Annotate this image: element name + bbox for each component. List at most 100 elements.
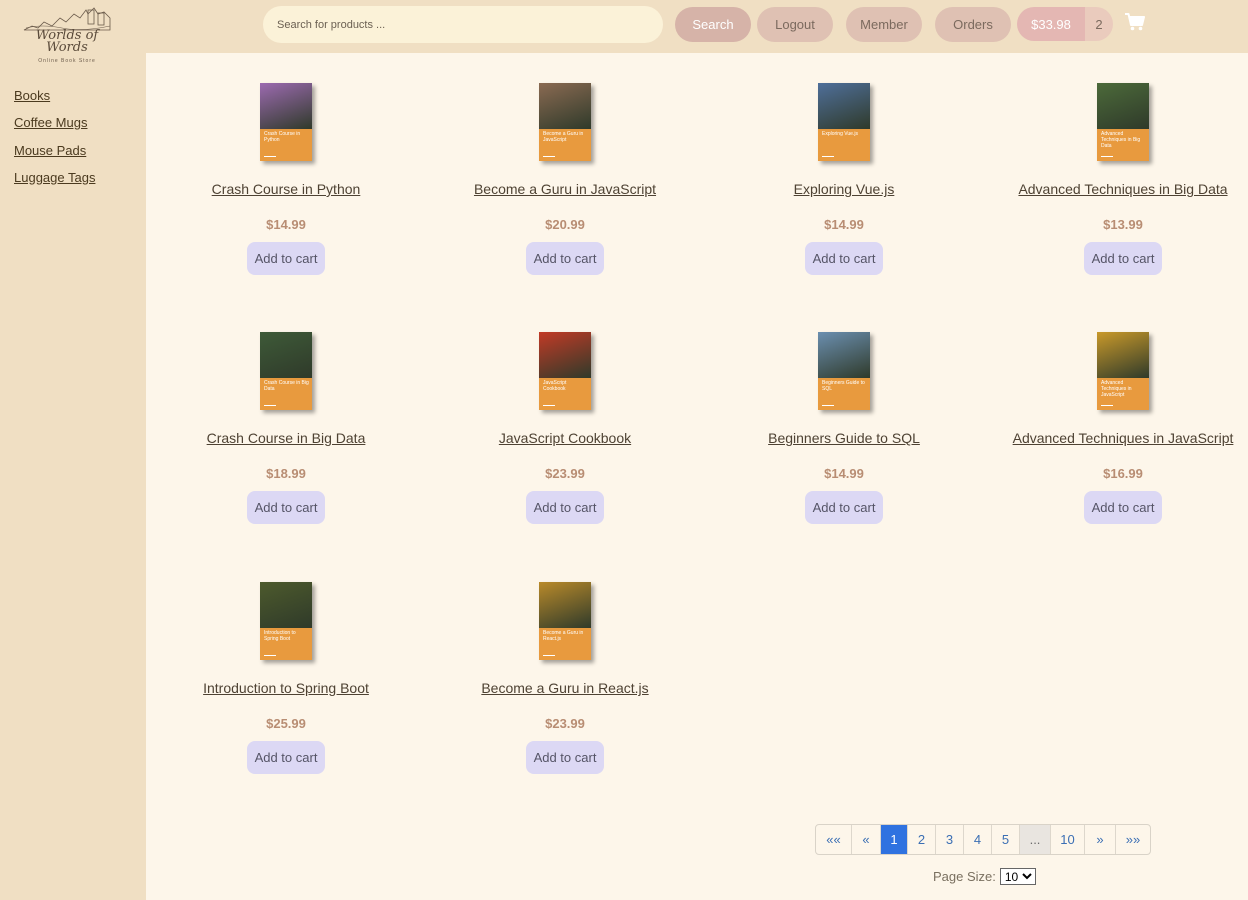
cover-photo	[1097, 332, 1149, 378]
product-title-link[interactable]: Advanced Techniques in JavaScript	[973, 430, 1248, 446]
add-to-cart-button[interactable]: Add to cart	[1084, 242, 1162, 275]
logout-button[interactable]: Logout	[757, 7, 833, 42]
cover-photo	[260, 332, 312, 378]
prev-page-button[interactable]: «	[852, 825, 881, 854]
product-price: $14.99	[824, 217, 864, 232]
product-price: $23.99	[545, 716, 585, 731]
cover-author-line	[543, 405, 555, 406]
product-title-link[interactable]: Become a Guru in React.js	[415, 680, 715, 696]
cover-author-line	[822, 405, 834, 406]
page-button-4[interactable]: 4	[964, 825, 992, 854]
add-to-cart-button[interactable]: Add to cart	[526, 491, 604, 524]
sidebar-item-books[interactable]: Books	[14, 88, 95, 115]
cover-title: Advanced Techniques in Big Data	[1101, 131, 1141, 149]
cover-title: Beginners Guide to SQL	[822, 380, 865, 392]
sidebar-item-mouse-pads[interactable]: Mouse Pads	[14, 143, 95, 170]
cover-title: Crash Course in Python	[264, 131, 301, 143]
book-cover-image[interactable]: Introduction to Spring Boot	[260, 582, 312, 660]
product-title-link[interactable]: Crash Course in Python	[136, 181, 436, 197]
book-cover-image[interactable]: Beginners Guide to SQL	[818, 332, 870, 410]
cover-photo	[260, 83, 312, 129]
add-to-cart-button[interactable]: Add to cart	[805, 491, 883, 524]
cover-title: Introduction to Spring Boot	[264, 630, 296, 642]
book-cover-image[interactable]: JavaScript Cookbook	[539, 332, 591, 410]
cover-photo	[260, 582, 312, 628]
last-page-button[interactable]: »»	[1116, 825, 1150, 854]
product-title-link[interactable]: Introduction to Spring Boot	[136, 680, 436, 696]
cover-author-line	[822, 156, 834, 157]
cover-photo	[539, 83, 591, 129]
add-to-cart-button[interactable]: Add to cart	[1084, 491, 1162, 524]
product-title-link[interactable]: Exploring Vue.js	[694, 181, 994, 197]
cover-title: JavaScript Cookbook	[543, 380, 567, 392]
book-cover-image[interactable]: Become a Guru in React.js	[539, 582, 591, 660]
category-nav: Books Coffee Mugs Mouse Pads Luggage Tag…	[14, 88, 95, 197]
pagination: «« « 1 2 3 4 5 ... 10 » »»	[815, 824, 1151, 855]
product-price: $14.99	[266, 217, 306, 232]
cover-author-line	[543, 156, 555, 157]
member-button[interactable]: Member	[846, 7, 922, 42]
product-title-link[interactable]: Become a Guru in JavaScript	[415, 181, 715, 197]
add-to-cart-button[interactable]: Add to cart	[805, 242, 883, 275]
product-title-link[interactable]: Crash Course in Big Data	[136, 430, 436, 446]
first-page-button[interactable]: ««	[816, 825, 852, 854]
book-cover-image[interactable]: Exploring Vue.js	[818, 83, 870, 161]
cover-photo	[539, 582, 591, 628]
product-price: $18.99	[266, 466, 306, 481]
add-to-cart-button[interactable]: Add to cart	[247, 491, 325, 524]
book-cover-image[interactable]: Advanced Techniques in Big Data	[1097, 83, 1149, 161]
sidebar-item-coffee-mugs[interactable]: Coffee Mugs	[14, 115, 95, 142]
book-cover-image[interactable]: Crash Course in Python	[260, 83, 312, 161]
product-price: $20.99	[545, 217, 585, 232]
page-size-label: Page Size:	[933, 869, 996, 884]
next-page-button[interactable]: »	[1085, 825, 1116, 854]
product-price: $13.99	[1103, 217, 1143, 232]
page-button-5[interactable]: 5	[992, 825, 1020, 854]
cover-author-line	[264, 405, 276, 406]
book-cover-image[interactable]: Crash Course in Big Data	[260, 332, 312, 410]
product-price: $14.99	[824, 466, 864, 481]
product-title-link[interactable]: Advanced Techniques in Big Data	[973, 181, 1248, 197]
page-button-2[interactable]: 2	[908, 825, 936, 854]
page-size-control: Page Size: 10	[933, 868, 1036, 885]
sidebar-item-luggage-tags[interactable]: Luggage Tags	[14, 170, 95, 197]
add-to-cart-button[interactable]: Add to cart	[526, 242, 604, 275]
orders-button[interactable]: Orders	[935, 7, 1011, 42]
page-button-10[interactable]: 10	[1051, 825, 1085, 854]
product-price: $23.99	[545, 466, 585, 481]
cover-photo	[818, 332, 870, 378]
cover-author-line	[264, 655, 276, 656]
cart-total[interactable]: $33.98	[1017, 7, 1085, 41]
cover-title: Exploring Vue.js	[822, 131, 858, 137]
page-button-1[interactable]: 1	[881, 825, 908, 854]
cover-author-line	[1101, 156, 1113, 157]
brand-title: Worlds of Words	[35, 28, 99, 55]
cover-author-line	[543, 655, 555, 656]
search-button[interactable]: Search	[675, 7, 751, 42]
add-to-cart-button[interactable]: Add to cart	[526, 741, 604, 774]
cover-author-line	[1101, 405, 1113, 406]
add-to-cart-button[interactable]: Add to cart	[247, 741, 325, 774]
brand-logo[interactable]: Worlds of Words Online Book Store	[22, 4, 112, 66]
book-cover-image[interactable]: Advanced Techniques in JavaScript	[1097, 332, 1149, 410]
cover-title: Crash Course in Big Data	[264, 380, 309, 392]
add-to-cart-button[interactable]: Add to cart	[247, 242, 325, 275]
cover-title: Advanced Techniques in JavaScript	[1101, 380, 1132, 398]
cover-photo	[539, 332, 591, 378]
cover-author-line	[264, 156, 276, 157]
shopping-cart-icon[interactable]	[1125, 13, 1145, 31]
book-cover-image[interactable]: Become a Guru in JavaScript	[539, 83, 591, 161]
cover-title: Become a Guru in React.js	[543, 630, 584, 642]
product-title-link[interactable]: Beginners Guide to SQL	[694, 430, 994, 446]
product-price: $16.99	[1103, 466, 1143, 481]
page-size-select[interactable]: 10	[999, 868, 1036, 885]
cover-photo	[1097, 83, 1149, 129]
search-input[interactable]	[263, 6, 663, 43]
product-price: $25.99	[266, 716, 306, 731]
product-title-link[interactable]: JavaScript Cookbook	[415, 430, 715, 446]
cover-photo	[818, 83, 870, 129]
brand-subtitle: Online Book Store	[38, 58, 96, 64]
cover-title: Become a Guru in JavaScript	[543, 131, 584, 143]
page-button-3[interactable]: 3	[936, 825, 964, 854]
page-ellipsis: ...	[1020, 825, 1051, 854]
